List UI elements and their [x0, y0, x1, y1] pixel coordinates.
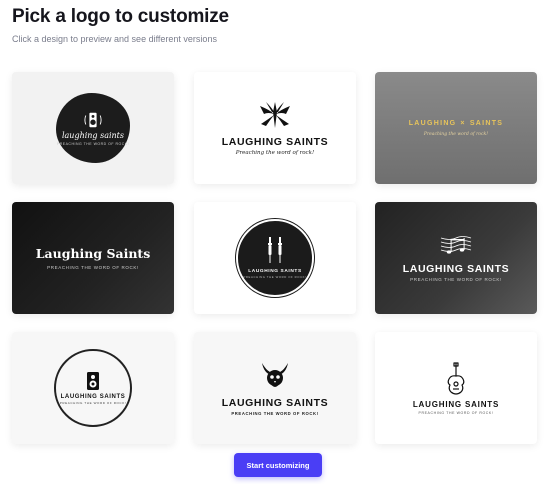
logo-name: LAUGHING SAINTS: [248, 269, 302, 274]
logo-name: laughing saints: [61, 130, 125, 140]
logo-card-8[interactable]: LAUGHING SAINTS PREACHING THE WORD OF RO…: [194, 332, 356, 444]
logo-tagline: PREACHING THE WORD OF ROCK!: [410, 276, 502, 282]
logo-name-row: LAUGHING × SAINTS: [409, 120, 504, 127]
logo-name: Laughing Saints: [35, 246, 151, 261]
logo-name: LAUGHING SAINTS: [221, 136, 329, 148]
logo-card-6[interactable]: LAUGHING SAINTS PREACHING THE WORD OF RO…: [375, 202, 537, 314]
logo-card-7[interactable]: LAUGHING SAINTS PREACHING THE WORD OF RO…: [12, 332, 174, 444]
logo-tagline: PREACHING THE WORD OF ROCK!: [243, 275, 307, 279]
page-subtitle: Click a design to preview and see differ…: [12, 34, 217, 44]
logo-name-left: LAUGHING: [408, 119, 457, 127]
tribal-symbol-icon: [259, 102, 290, 128]
page-title: Pick a logo to customize: [12, 6, 229, 27]
speaker-icon: [87, 372, 99, 390]
logo-name: LAUGHING SAINTS: [221, 396, 329, 409]
logo-name: LAUGHING SAINTS: [60, 394, 126, 400]
logo-tagline: PREACHING THE WORD OF ROCK!: [59, 401, 127, 405]
logo-tagline: PREACHING THE WORD OF ROCK!: [47, 265, 139, 270]
logo-card-1[interactable]: laughing saints PREACHING THE WORD OF RO…: [12, 72, 174, 184]
logo-grid: laughing saints PREACHING THE WORD OF RO…: [12, 72, 538, 444]
logo-name: LAUGHING SAINTS: [402, 262, 510, 275]
logo-blob-badge: laughing saints PREACHING THE WORD OF RO…: [56, 93, 130, 163]
logo-tagline: PREACHING THE WORD OF ROCK!: [56, 141, 130, 146]
logo-tagline: PREACHING THE WORD OF ROCK!: [418, 410, 494, 415]
logo-tagline: Preaching the word of rock!: [423, 131, 489, 137]
logo-tagline: PREACHING THE WORD OF ROCK!: [231, 410, 319, 416]
skull-horns-icon: [261, 362, 288, 387]
logo-card-5[interactable]: LAUGHING SAINTS PREACHING THE WORD OF RO…: [194, 202, 356, 314]
logo-card-2[interactable]: LAUGHING SAINTS Preaching the word of ro…: [194, 72, 356, 184]
logo-ring-badge: LAUGHING SAINTS PREACHING THE WORD OF RO…: [54, 349, 132, 427]
logo-name-right: SAINTS: [469, 119, 504, 127]
start-customizing-button[interactable]: Start customizing: [234, 453, 322, 477]
guitar-icon: [447, 361, 465, 395]
logo-card-3[interactable]: LAUGHING × SAINTS Preaching the word of …: [375, 72, 537, 184]
speaker-icon: [84, 112, 102, 127]
logo-tagline: Preaching the word of rock!: [235, 150, 315, 156]
logo-card-9[interactable]: LAUGHING SAINTS PREACHING THE WORD OF RO…: [375, 332, 537, 444]
logo-circle-badge: LAUGHING SAINTS PREACHING THE WORD OF RO…: [236, 219, 314, 297]
logo-card-4[interactable]: Laughing Saints PREACHING THE WORD OF RO…: [12, 202, 174, 314]
sheet-music-icon: [440, 235, 472, 254]
audio-jack-icon: [268, 237, 282, 263]
logo-name: LAUGHING SAINTS: [412, 399, 500, 409]
logo-name-separator: ×: [460, 119, 466, 127]
